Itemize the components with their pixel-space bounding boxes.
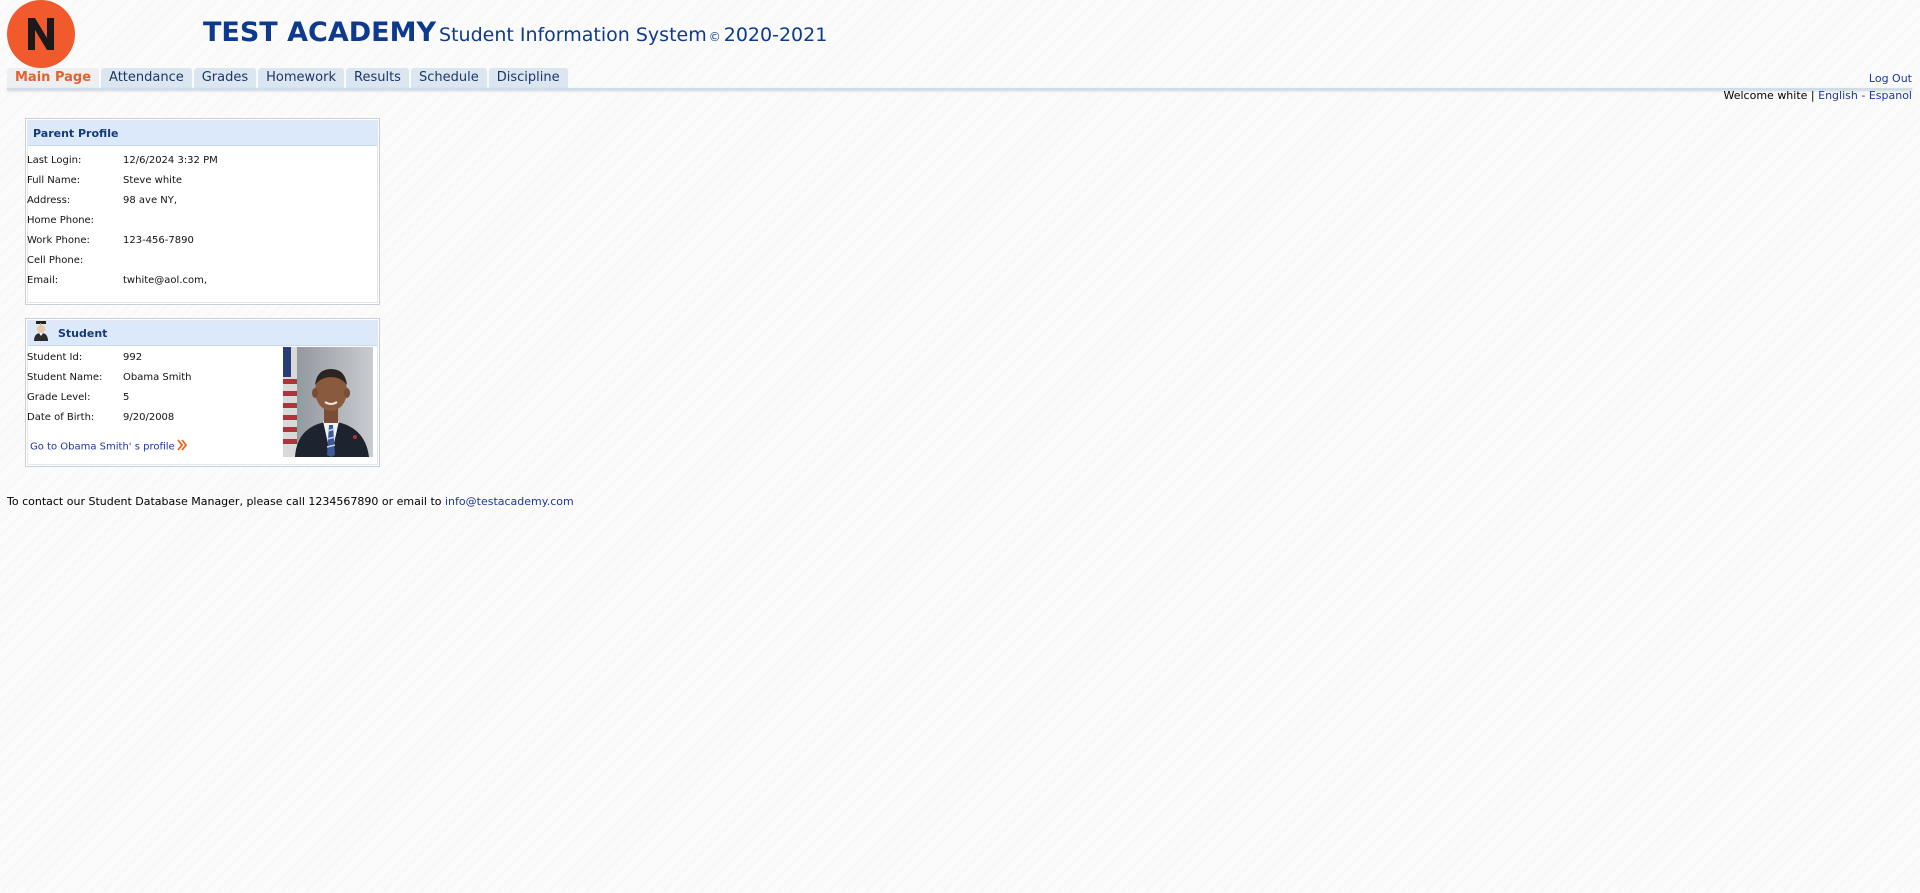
parent-profile-panel: Parent Profile Last Login: 12/6/2024 3:3… — [25, 118, 380, 305]
field-label: Work Phone: — [27, 235, 90, 246]
field-label: Address: — [27, 195, 71, 206]
field-value: 12/6/2024 3:32 PM — [123, 155, 218, 166]
school-name: TEST ACADEMY — [203, 17, 437, 48]
tab-homework[interactable]: Homework — [258, 68, 345, 88]
contact-text: To contact our Student Database Manager,… — [7, 495, 445, 508]
welcome-separator: | — [1807, 89, 1819, 102]
field-label: Full Name: — [27, 175, 81, 186]
field-value: 5 — [123, 392, 130, 403]
parent-profile-title: Parent Profile — [28, 121, 377, 146]
field-label: Home Phone: — [27, 215, 95, 226]
tab-grades[interactable]: Grades — [193, 68, 257, 88]
welcome-bar: Welcome white | English - Espanol — [1724, 89, 1913, 102]
contact-info: To contact our Student Database Manager,… — [7, 495, 574, 508]
field-label: Student Name: — [27, 372, 103, 383]
field-value: 9/20/2008 — [123, 412, 175, 423]
tab-results[interactable]: Results — [346, 68, 409, 88]
parent-field-row: Address: 98 ave NY, — [26, 191, 379, 211]
parent-field-row: Email: twhite@aol.com, — [26, 271, 379, 291]
site-title: TEST ACADEMY Student Information System © 2… — [203, 17, 827, 48]
tab-schedule[interactable]: Schedule — [410, 68, 487, 88]
logout-link[interactable]: Log Out — [1869, 72, 1912, 85]
school-logo-icon — [7, 0, 75, 68]
student-panel-header: Student — [28, 321, 377, 346]
parent-field-row: Home Phone: — [26, 211, 379, 231]
parent-field-row: Last Login: 12/6/2024 3:32 PM — [26, 151, 379, 171]
system-name: Student Information System — [439, 24, 707, 46]
graduate-icon — [33, 321, 49, 341]
tab-divider — [7, 88, 1912, 90]
copyright-symbol: © — [708, 30, 721, 44]
student-panel-title: Student — [58, 326, 108, 340]
school-years: 2020-2021 — [723, 24, 828, 46]
field-value: 123-456-7890 — [123, 235, 194, 246]
parent-field-row: Cell Phone: — [26, 251, 379, 271]
tab-main-page[interactable]: Main Page — [7, 68, 100, 88]
parent-field-row: Work Phone: 123-456-7890 — [26, 231, 379, 251]
field-label: Date of Birth: — [27, 412, 95, 423]
student-panel: Student Student Id: 992 Student Name: Ob… — [25, 318, 380, 467]
field-label: Student Id: — [27, 352, 83, 363]
field-label: Email: — [27, 275, 59, 286]
welcome-text: Welcome white — [1723, 89, 1808, 102]
contact-email-link[interactable]: info@testacademy.com — [445, 495, 574, 508]
double-chevron-right-icon — [176, 439, 188, 454]
field-value: Obama Smith — [123, 372, 192, 383]
student-profile-link-text: Go to Obama Smith' s profile — [30, 441, 175, 453]
field-label: Grade Level: — [27, 392, 91, 403]
field-label: Cell Phone: — [27, 255, 84, 266]
language-english-link[interactable]: English — [1818, 89, 1858, 102]
field-value: 992 — [123, 352, 143, 363]
student-photo — [283, 347, 373, 457]
parent-field-row: Full Name: Steve white — [26, 171, 379, 191]
field-value: Steve white — [123, 175, 183, 186]
tab-attendance[interactable]: Attendance — [101, 68, 192, 88]
tab-discipline[interactable]: Discipline — [488, 68, 568, 88]
language-dash: - — [1857, 89, 1869, 102]
field-value: twhite@aol.com, — [123, 275, 208, 286]
main-nav-tabs: Main Page Attendance Grades Homework Res… — [7, 68, 568, 88]
field-value: 98 ave NY, — [123, 195, 178, 206]
student-profile-link[interactable]: Go to Obama Smith' s profile — [30, 439, 188, 454]
language-spanish-link[interactable]: Espanol — [1869, 89, 1912, 102]
field-label: Last Login: — [27, 155, 82, 166]
